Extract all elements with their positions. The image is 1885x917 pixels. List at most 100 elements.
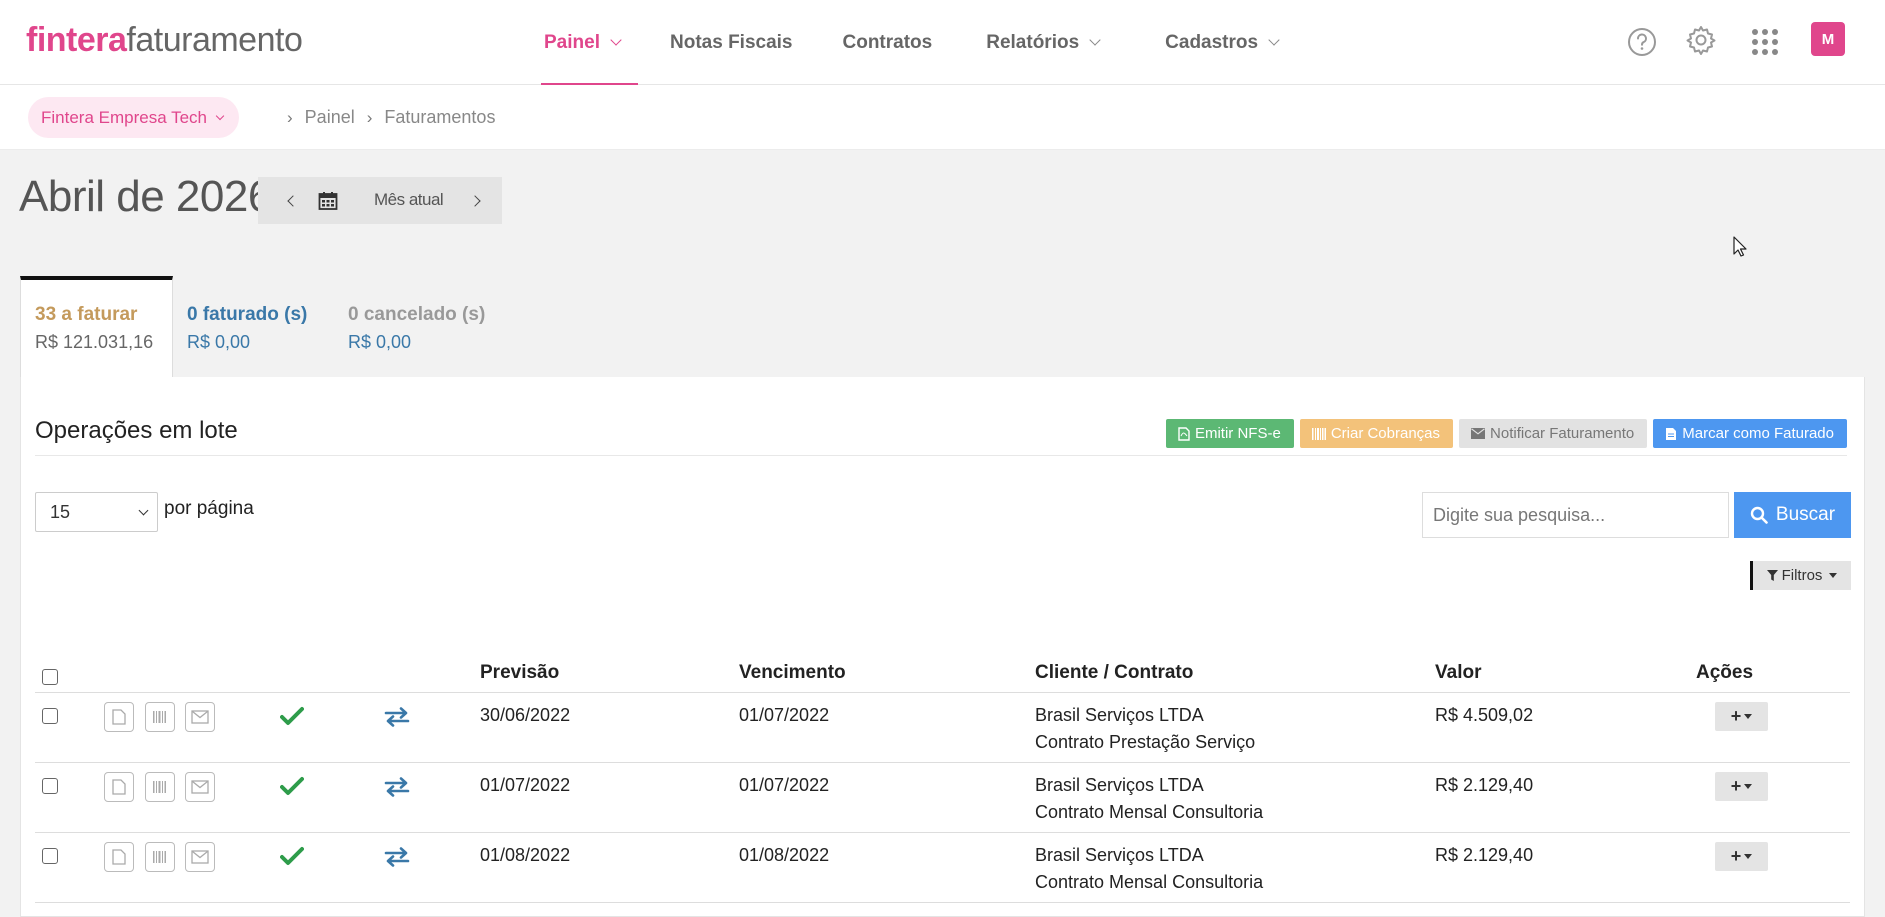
row-checkbox[interactable] bbox=[42, 778, 58, 794]
barcode-icon[interactable] bbox=[145, 702, 175, 732]
gear-icon[interactable] bbox=[1681, 18, 1721, 62]
next-month-button[interactable] bbox=[460, 177, 490, 224]
table-header: Previsão Vencimento Cliente / Contrato V… bbox=[35, 655, 1850, 693]
nav-item-painel[interactable]: Painel bbox=[530, 0, 638, 85]
tab-label: 0 faturado (s) bbox=[187, 304, 308, 325]
calendar-icon[interactable] bbox=[318, 191, 338, 216]
search-button[interactable]: Buscar bbox=[1734, 492, 1851, 538]
check-icon bbox=[280, 776, 304, 801]
cell-vencimento: 01/07/2022 bbox=[739, 705, 830, 725]
client-name: Brasil Serviços LTDA bbox=[1035, 845, 1204, 865]
row-actions-button[interactable]: + bbox=[1715, 772, 1768, 801]
envelope-icon[interactable] bbox=[185, 842, 215, 872]
check-icon bbox=[280, 846, 304, 871]
row-checkbox[interactable] bbox=[42, 708, 58, 724]
button-label: Filtros bbox=[1781, 567, 1823, 584]
notify-billing-button[interactable]: Notificar Faturamento bbox=[1459, 419, 1648, 448]
chevron-right-icon: › bbox=[366, 107, 373, 127]
tab-faturado[interactable]: 0 faturado (s) R$ 0,00 bbox=[173, 276, 334, 378]
cell-cliente[interactable]: Brasil Serviços LTDA Contrato Mensal Con… bbox=[1035, 772, 1263, 826]
tab-amount: R$ 0,00 bbox=[348, 332, 412, 352]
per-page-value: 15 bbox=[50, 501, 71, 522]
envelope-icon[interactable] bbox=[185, 702, 215, 732]
invoice-file-icon[interactable] bbox=[104, 702, 134, 732]
cell-cliente[interactable]: Brasil Serviços LTDA Contrato Mensal Con… bbox=[1035, 842, 1263, 896]
breadcrumb-item-faturamentos: Faturamentos bbox=[384, 107, 496, 127]
row-checkbox[interactable] bbox=[42, 848, 58, 864]
nav-item-cadastros[interactable]: Cadastros bbox=[1151, 0, 1292, 85]
table-row: 01/07/2022 01/07/2022 Brasil Serviços LT… bbox=[35, 763, 1850, 833]
check-icon bbox=[280, 706, 304, 731]
month-navigator: Mês atual bbox=[258, 177, 502, 224]
company-selector[interactable]: Fintera Empresa Tech bbox=[28, 97, 239, 138]
chevron-down-icon bbox=[138, 505, 149, 516]
tab-cancelado[interactable]: 0 cancelado (s) R$ 0,00 bbox=[334, 276, 499, 378]
brand-product: faturamento bbox=[126, 21, 303, 59]
divider bbox=[35, 455, 1847, 456]
avatar[interactable]: M bbox=[1811, 22, 1845, 56]
billing-panel: Operações em lote Emitir NFS-e Criar Cob… bbox=[20, 377, 1865, 917]
status-tabs: 33 a faturar R$ 121.031,16 0 faturado (s… bbox=[20, 276, 499, 378]
cell-previsao: 01/08/2022 bbox=[480, 845, 571, 865]
create-charges-button[interactable]: Criar Cobranças bbox=[1299, 419, 1454, 448]
row-actions-button[interactable]: + bbox=[1715, 842, 1768, 871]
cell-vencimento: 01/08/2022 bbox=[739, 845, 830, 865]
mouse-cursor-icon bbox=[1733, 236, 1747, 263]
batch-actions: Emitir NFS-e Criar Cobranças Notificar F… bbox=[1165, 419, 1847, 448]
recurring-arrows-icon[interactable] bbox=[384, 847, 410, 872]
caret-down-icon bbox=[1744, 714, 1753, 719]
mark-as-billed-button[interactable]: Marcar como Faturado bbox=[1653, 419, 1847, 448]
invoice-file-icon[interactable] bbox=[104, 842, 134, 872]
per-page-select[interactable]: 15 bbox=[35, 492, 158, 532]
previous-month-button[interactable] bbox=[278, 177, 308, 224]
button-label: Marcar como Faturado bbox=[1682, 425, 1834, 442]
envelope-icon[interactable] bbox=[185, 772, 215, 802]
row-actions-button[interactable]: + bbox=[1715, 702, 1768, 731]
breadcrumb: › Painel › Faturamentos bbox=[275, 107, 495, 128]
column-cliente[interactable]: Cliente / Contrato bbox=[1035, 662, 1193, 684]
table-row: 30/06/2022 01/07/2022 Brasil Serviços LT… bbox=[35, 693, 1850, 763]
emit-nfse-button[interactable]: Emitir NFS-e bbox=[1165, 419, 1294, 448]
select-all-checkbox[interactable] bbox=[42, 669, 58, 685]
nav-item-relatorios[interactable]: Relatórios bbox=[972, 0, 1113, 85]
column-vencimento[interactable]: Vencimento bbox=[739, 662, 846, 684]
nav-item-contratos[interactable]: Contratos bbox=[829, 0, 947, 85]
cell-valor: R$ 4.509,02 bbox=[1435, 705, 1534, 725]
button-label: Emitir NFS-e bbox=[1194, 425, 1281, 442]
client-name: Brasil Serviços LTDA bbox=[1035, 775, 1204, 795]
column-valor[interactable]: Valor bbox=[1435, 662, 1481, 684]
breadcrumb-item-painel[interactable]: Painel bbox=[305, 107, 355, 128]
plus-icon: + bbox=[1730, 776, 1742, 796]
search-input[interactable]: Digite sua pesquisa... bbox=[1422, 492, 1729, 538]
filter-icon bbox=[1766, 569, 1778, 581]
breadcrumb-bar: Fintera Empresa Tech › Painel › Faturame… bbox=[0, 85, 1885, 150]
apps-grid-icon[interactable] bbox=[1745, 20, 1785, 64]
recurring-arrows-icon[interactable] bbox=[384, 707, 410, 732]
nav-item-notas-fiscais[interactable]: Notas Fiscais bbox=[656, 0, 807, 85]
current-month-button[interactable]: Mês atual bbox=[374, 190, 444, 210]
batch-operations-title: Operações em lote bbox=[35, 417, 238, 444]
chevron-down-icon bbox=[1089, 34, 1101, 46]
nav-item-label: Contratos bbox=[842, 31, 933, 53]
caret-down-icon bbox=[1744, 784, 1753, 789]
cell-valor: R$ 2.129,40 bbox=[1435, 845, 1534, 865]
barcode-icon[interactable] bbox=[145, 772, 175, 802]
search-placeholder: Digite sua pesquisa... bbox=[1433, 504, 1606, 525]
barcode-icon[interactable] bbox=[145, 842, 175, 872]
barcode-icon bbox=[1311, 427, 1326, 440]
filters-button[interactable]: Filtros bbox=[1750, 561, 1851, 590]
help-icon[interactable] bbox=[1622, 20, 1662, 64]
tab-amount: R$ 121.031,16 bbox=[35, 332, 154, 352]
brand-logo[interactable]: finterafaturamento bbox=[26, 18, 303, 62]
chevron-left-icon bbox=[287, 194, 299, 207]
recurring-arrows-icon[interactable] bbox=[384, 777, 410, 802]
cell-cliente[interactable]: Brasil Serviços LTDA Contrato Prestação … bbox=[1035, 702, 1255, 756]
chevron-down-icon bbox=[215, 111, 225, 120]
chevron-down-icon bbox=[1268, 34, 1280, 46]
nav-item-label: Painel bbox=[544, 31, 600, 53]
invoice-file-icon[interactable] bbox=[104, 772, 134, 802]
chevron-right-icon bbox=[469, 194, 481, 207]
nav-item-label: Notas Fiscais bbox=[670, 31, 793, 53]
tab-a-faturar[interactable]: 33 a faturar R$ 121.031,16 bbox=[20, 276, 173, 378]
column-previsao[interactable]: Previsão bbox=[480, 662, 559, 684]
